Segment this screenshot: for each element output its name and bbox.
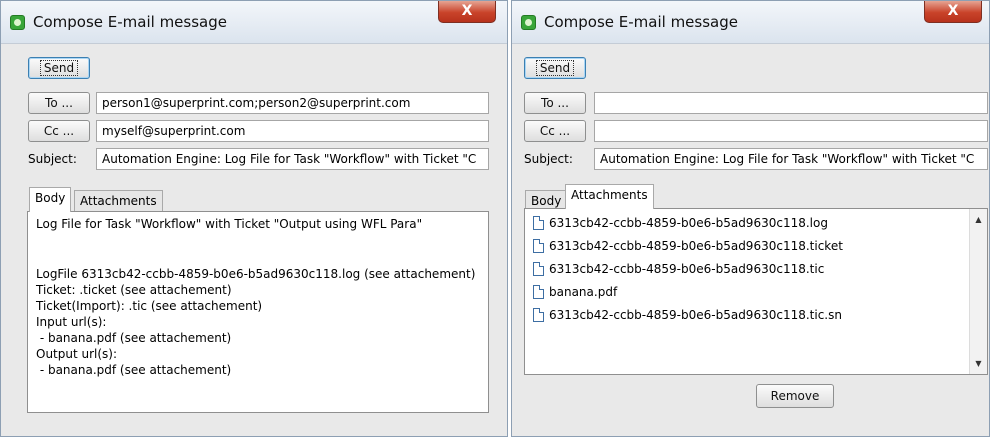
attachments-list[interactable]: 6313cb42-ccbb-4859-b0e6-b5ad9630c118.log… [524,208,988,375]
file-icon [533,239,544,253]
send-label: Send [535,60,575,76]
send-label: Send [39,60,79,76]
compose-window-right: Compose E-mail message X Send To ... Cc … [511,0,990,437]
body-line: LogFile 6313cb42-ccbb-4859-b0e6-b5ad9630… [36,267,476,281]
title-bar: Compose E-mail message X [1,1,507,44]
vertical-scrollbar[interactable]: ▲ ▼ [969,209,987,374]
cc-button[interactable]: Cc ... [524,120,586,142]
body-line: Output url(s): [36,347,118,361]
send-button[interactable]: Send [524,57,586,79]
scroll-up-arrow-icon[interactable]: ▲ [970,215,987,224]
attachment-name: 6313cb42-ccbb-4859-b0e6-b5ad9630c118.tic… [549,239,843,253]
close-button[interactable]: X [438,1,496,23]
attachment-item[interactable]: 6313cb42-ccbb-4859-b0e6-b5ad9630c118.tic… [533,236,843,256]
window-title: Compose E-mail message [544,13,738,31]
compose-window-left: Compose E-mail message X Send To ... per… [0,0,508,437]
cc-button[interactable]: Cc ... [28,120,90,142]
attachment-name: 6313cb42-ccbb-4859-b0e6-b5ad9630c118.tic [549,262,825,276]
body-line: - banana.pdf (see attachement) [36,363,232,377]
subject-label: Subject: [28,152,77,166]
close-button[interactable]: X [924,1,982,23]
tab-body[interactable]: Body [29,187,72,212]
tab-attachments[interactable]: Attachments [565,184,654,209]
to-button[interactable]: To ... [28,92,90,114]
file-icon [533,308,544,322]
subject-label: Subject: [524,152,573,166]
attachment-item[interactable]: 6313cb42-ccbb-4859-b0e6-b5ad9630c118.log [533,213,828,233]
title-bar: Compose E-mail message X [512,1,989,44]
attachment-item[interactable]: banana.pdf [533,282,617,302]
subject-field[interactable]: Automation Engine: Log File for Task "Wo… [96,148,489,170]
window-title: Compose E-mail message [33,13,227,31]
app-icon [521,15,536,30]
attachment-name: banana.pdf [549,285,618,299]
scroll-down-arrow-icon[interactable]: ▼ [970,359,987,368]
cc-field[interactable] [594,120,988,142]
remove-button[interactable]: Remove [756,384,834,408]
body-line: Log File for Task "Workflow" with Ticket… [36,217,423,231]
body-line: Ticket: .ticket (see attachement) [36,283,232,297]
body-text-area[interactable]: Log File for Task "Workflow" with Ticket… [27,211,489,413]
cc-field[interactable]: myself@superprint.com [96,120,489,142]
attachment-name: 6313cb42-ccbb-4859-b0e6-b5ad9630c118.tic… [549,308,842,322]
to-field[interactable]: person1@superprint.com;person2@superprin… [96,92,489,114]
app-icon [10,15,25,30]
body-line: Input url(s): [36,315,107,329]
to-button[interactable]: To ... [524,92,586,114]
attachment-item[interactable]: 6313cb42-ccbb-4859-b0e6-b5ad9630c118.tic [533,259,824,279]
attachment-item[interactable]: 6313cb42-ccbb-4859-b0e6-b5ad9630c118.tic… [533,305,842,325]
to-field[interactable] [594,92,988,114]
attachment-name: 6313cb42-ccbb-4859-b0e6-b5ad9630c118.log [549,216,828,230]
tab-attachments[interactable]: Attachments [74,190,163,212]
file-icon [533,216,544,230]
send-button[interactable]: Send [28,57,90,79]
body-line: Ticket(Import): .tic (see attachement) [36,299,263,313]
body-line: - banana.pdf (see attachement) [36,331,232,345]
subject-field[interactable]: Automation Engine: Log File for Task "Wo… [594,148,988,170]
file-icon [533,285,544,299]
file-icon [533,262,544,276]
